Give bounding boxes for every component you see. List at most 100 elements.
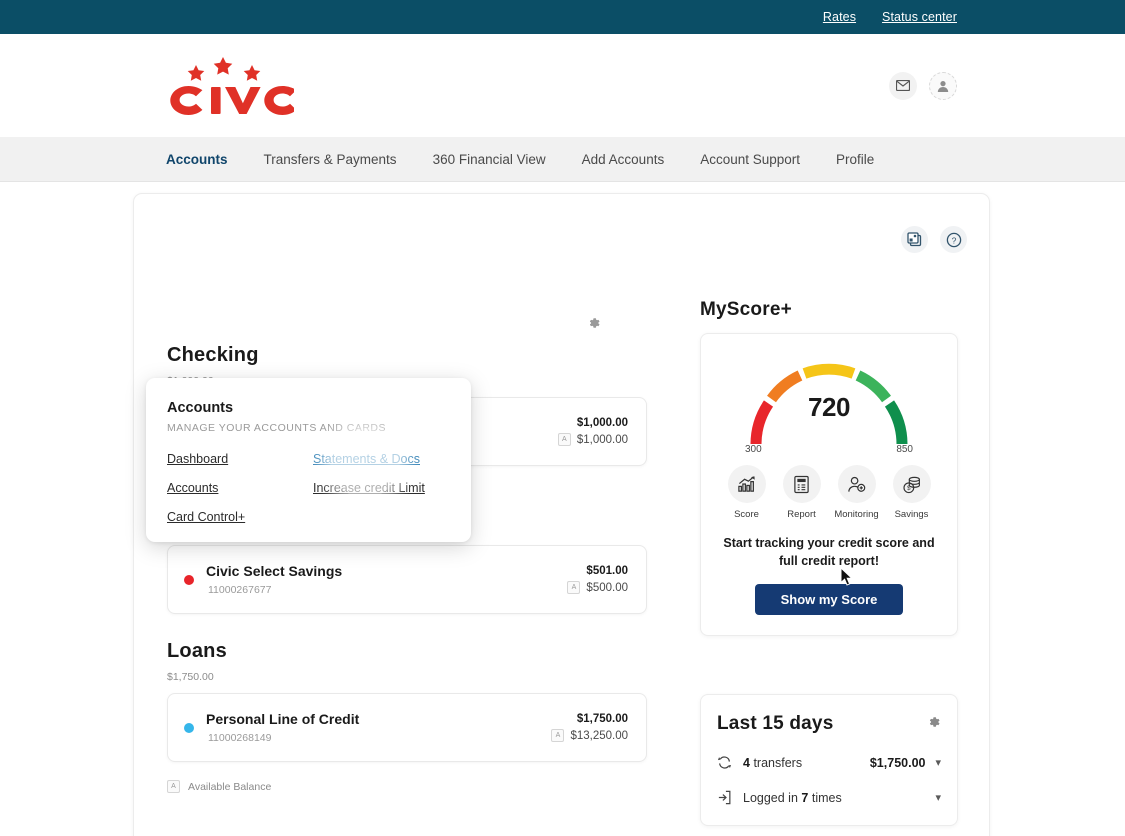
status-center-link[interactable]: Status center (882, 10, 957, 24)
gear-glyph (929, 717, 940, 727)
account-available-balance: A $13,250.00 (551, 729, 628, 742)
account-number: 11000267677 (208, 584, 272, 596)
utility-topbar: Rates Status center (0, 0, 1125, 34)
transfers-amount: $1,750.00 (869, 755, 926, 770)
transfers-label: 4 transfers (743, 756, 870, 770)
feature-label: Savings (894, 509, 929, 520)
available-balance-badge: A (557, 433, 571, 446)
help-icon[interactable]: ? (940, 226, 967, 253)
feature-savings[interactable]: $ Savings (884, 465, 939, 520)
myscore-title: MyScore+ (700, 299, 792, 320)
account-name: Civic Select Savings (206, 563, 343, 579)
nav-item-360-financial-view[interactable]: 360 Financial View (433, 152, 546, 167)
feature-monitoring[interactable]: Monitoring (829, 465, 884, 520)
civic-logo-mark (170, 56, 294, 115)
transfer-icon (717, 755, 739, 770)
chevron-down-icon[interactable]: ▾ (935, 791, 941, 804)
transfers-text: transfers (753, 755, 803, 770)
dropdown-item-accounts[interactable]: Accounts (167, 481, 313, 495)
user-avatar-icon[interactable] (929, 71, 957, 100)
account-balances: $1,750.00 A $13,250.00 (551, 713, 628, 742)
layout-glyph (907, 232, 922, 247)
myscore-widget: 720 300 850 Score Report Monitoring $ Sa… (700, 333, 958, 637)
feature-label: Report (787, 509, 816, 520)
legend-badge: A (167, 780, 180, 793)
myscore-feature-row: Score Report Monitoring $ Savings (717, 465, 941, 520)
chart-growth-icon (727, 465, 766, 503)
account-info: Civic Select Savings 11000267677 (206, 563, 567, 596)
main-navigation: Accounts Transfers & Payments 360 Financ… (0, 137, 1125, 182)
document-report-icon (782, 465, 821, 503)
refresh-arrows-glyph (717, 756, 732, 769)
gear-glyph (589, 318, 600, 328)
account-name: Personal Line of Credit (206, 711, 360, 727)
transfers-count: 4 (743, 755, 750, 770)
account-balance: $1,750.00 (576, 713, 628, 725)
show-my-score-button[interactable]: Show my Score (755, 584, 903, 616)
panel-action-icons: ? (901, 226, 967, 253)
table-row[interactable]: Civic Select Savings 11000267677 $501.00… (167, 545, 647, 614)
account-color-dot (184, 722, 194, 733)
coins-savings-icon: $ (892, 465, 931, 503)
feature-score[interactable]: Score (719, 465, 774, 520)
dropdown-item-card-control[interactable]: Card Control+ (167, 510, 313, 524)
account-number: 11000268149 (208, 732, 272, 744)
available-balance-badge: A (551, 729, 565, 742)
header-icon-group (889, 71, 957, 100)
nav-item-add-accounts[interactable]: Add Accounts (582, 152, 665, 167)
table-row[interactable]: Personal Line of Credit 11000268149 $1,7… (167, 693, 647, 762)
person-glyph (937, 80, 949, 92)
chevron-down-icon[interactable]: ▾ (935, 756, 941, 769)
last-15-days-widget: Last 15 days 4 transfers $1,750.00 ▾ Log… (700, 694, 958, 827)
page-body: ? Checking $1,000.00 Civic Bonus Checkin… (0, 182, 1125, 836)
nav-item-profile[interactable]: Profile (836, 152, 874, 167)
available-balance-legend: A Available Balance (167, 780, 647, 793)
last-15-days-settings-gear-icon[interactable] (927, 715, 941, 729)
account-available-balance: A $500.00 (567, 581, 628, 594)
dropdown-item-statements-docs[interactable]: Statements & Docs (313, 452, 449, 466)
feature-label: Score (734, 509, 759, 520)
available-balance-value: $13,250.00 (570, 729, 628, 742)
dropdown-links-grid: Dashboard Statements & Docs Accounts Inc… (167, 452, 449, 524)
site-header (0, 34, 1125, 137)
mail-icon[interactable] (889, 71, 917, 100)
nav-item-accounts[interactable]: Accounts (166, 152, 228, 167)
account-balances: $1,000.00 A $1,000.00 (557, 417, 628, 446)
logins-text-before: Logged in (743, 790, 798, 805)
transfers-row[interactable]: 4 transfers $1,750.00 ▾ (717, 755, 941, 770)
available-balance-badge: A (567, 581, 581, 594)
available-balance-value: $500.00 (586, 581, 628, 594)
feature-report[interactable]: Report (774, 465, 829, 520)
nav-item-account-support[interactable]: Account Support (700, 152, 800, 167)
rates-link[interactable]: Rates (823, 10, 856, 24)
nav-item-transfers-payments[interactable]: Transfers & Payments (264, 152, 397, 167)
login-icon (717, 790, 739, 805)
account-color-dot (184, 574, 194, 585)
dropdown-subtitle: MANAGE YOUR ACCOUNTS AND CARDS (167, 422, 387, 434)
logins-count: 7 (801, 790, 809, 805)
legend-label: Available Balance (188, 780, 272, 793)
credit-score-gauge: 720 (734, 352, 924, 452)
chart-growth-glyph (738, 475, 755, 492)
svg-text:?: ? (951, 235, 956, 245)
civic-logo[interactable] (166, 56, 294, 115)
dropdown-item-increase-credit-limit[interactable]: Increase credit Limit (313, 481, 449, 495)
last-15-days-title: Last 15 days (717, 713, 834, 735)
coins-glyph: $ (903, 476, 920, 493)
credit-score-value: 720 (808, 392, 850, 422)
logins-row[interactable]: Logged in 7 times ▾ (717, 790, 941, 805)
dropdown-item-dashboard[interactable]: Dashboard (167, 452, 313, 466)
accounts-settings-gear-icon[interactable] (587, 316, 601, 330)
section-title-loans: Loans (167, 640, 227, 662)
account-balances: $501.00 A $500.00 (567, 565, 628, 594)
login-arrow-glyph (718, 791, 731, 805)
customize-layout-icon[interactable] (901, 226, 928, 253)
question-mark-glyph: ? (946, 232, 961, 247)
logins-label: Logged in 7 times (743, 791, 935, 805)
person-plus-glyph (848, 476, 866, 492)
available-balance-value: $1,000.00 (576, 433, 628, 446)
person-monitor-icon (837, 465, 876, 503)
account-available-balance: A $1,000.00 (557, 433, 628, 446)
envelope-glyph (896, 80, 910, 91)
feature-label: Monitoring (834, 509, 879, 520)
